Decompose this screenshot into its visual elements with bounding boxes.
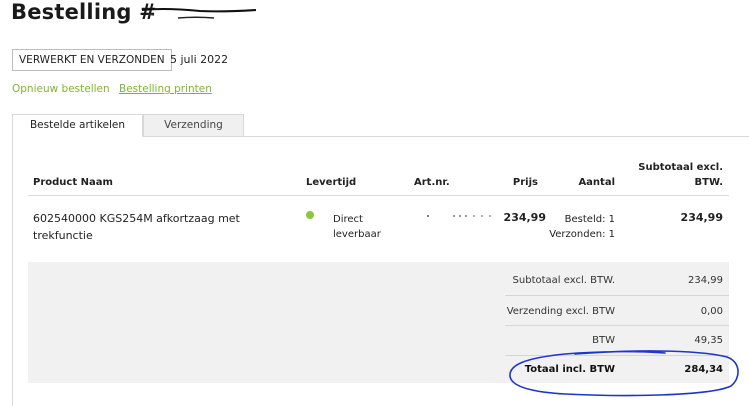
vat-label: BTW [592, 335, 615, 346]
subtotal-value: 234,99 [688, 275, 723, 286]
reorder-link[interactable]: Opnieuw bestellen [12, 83, 110, 95]
availability-text: Direct leverbaar [333, 212, 403, 242]
header-divider [28, 195, 729, 196]
page-title: Bestelling # [11, 0, 157, 24]
col-header-artnr: Art.nr. [414, 177, 450, 188]
shipping-label: Verzending excl. BTW [506, 306, 615, 317]
availability-line2: leverbaar [333, 229, 381, 240]
highlight-annotation [509, 350, 739, 397]
redaction-scribble [141, 7, 257, 19]
col-header-subtotal-line1: Subtotaal excl. [638, 162, 723, 173]
item-subtotal: 234,99 [680, 211, 723, 224]
shipping-value: 0,00 [700, 306, 723, 317]
item-quantity: Besteld: 1 Verzonden: 1 [535, 212, 615, 242]
qty-shipped: Verzonden: 1 [549, 229, 615, 240]
availability-line1: Direct [333, 214, 363, 225]
col-header-product: Product Naam [33, 177, 113, 188]
vat-value: 49,35 [694, 335, 723, 346]
col-header-price: Prijs [512, 177, 538, 188]
tab-ordered-items[interactable]: Bestelde artikelen [12, 114, 143, 137]
green-dot-icon [306, 211, 314, 219]
col-header-delivery: Levertijd [306, 177, 357, 188]
print-order-link[interactable]: Bestelling printen [119, 83, 212, 95]
subtotal-label: Subtotaal excl. BTW. [512, 275, 615, 286]
totals-divider [505, 325, 729, 326]
col-header-qty: Aantal [578, 177, 615, 188]
col-header-subtotal-line2: BTW. [694, 177, 723, 188]
order-date: 5 juli 2022 [170, 53, 229, 66]
totals-divider [505, 295, 729, 296]
qty-ordered: Besteld: 1 [564, 214, 615, 225]
tab-shipping[interactable]: Verzending [143, 114, 244, 136]
order-status-badge: VERWERKT EN VERZONDEN [12, 49, 172, 71]
product-name: 602540000 KGS254M afkortzaag met trekfun… [33, 212, 240, 242]
